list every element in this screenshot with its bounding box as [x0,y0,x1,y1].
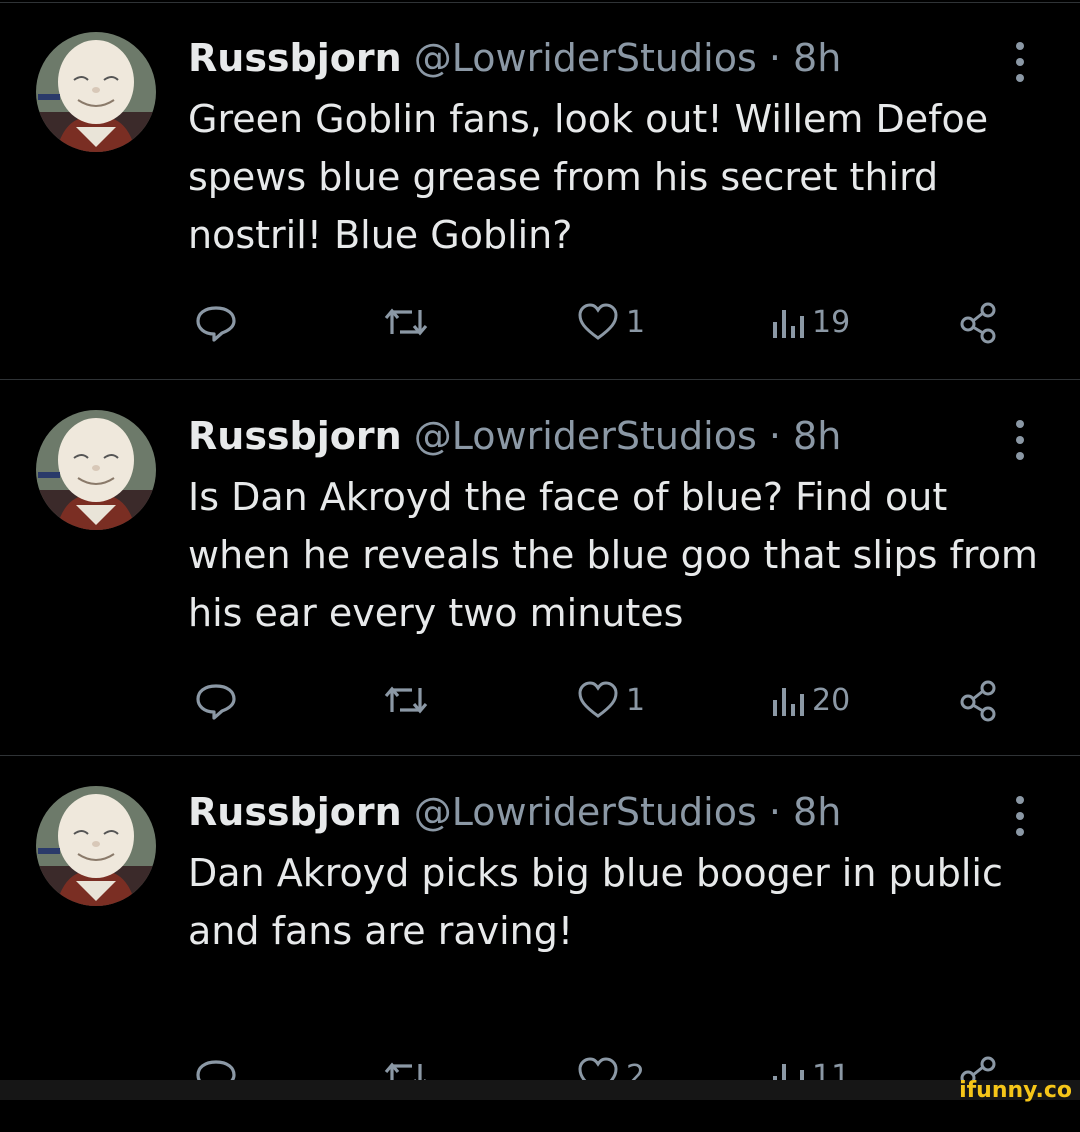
views-bar-chart-icon [770,300,806,344]
user-handle[interactable]: @LowriderStudios [414,414,757,458]
like-count: 1 [626,304,646,340]
user-handle[interactable]: @LowriderStudios [414,36,757,80]
avatar[interactable] [36,410,156,530]
view-count: 20 [812,682,851,718]
timestamp[interactable]: 8h [793,36,841,80]
more-vertical-icon[interactable] [1006,38,1034,86]
tweet-actions: 1 20 [0,670,1080,730]
avatar[interactable] [36,786,156,906]
tweet[interactable]: Russbjorn @LowriderStudios · 8h Green Go… [0,2,1080,378]
display-name[interactable]: Russbjorn [188,414,402,458]
separator-dot: · [768,36,781,80]
tweet-header: Russbjorn @LowriderStudios · 8h [188,786,841,838]
display-name[interactable]: Russbjorn [188,790,402,834]
views-button[interactable]: 19 [770,292,850,352]
views-button[interactable]: 20 [770,670,850,730]
tweet-text: Green Goblin fans, look out! Willem Defo… [188,97,989,257]
share-icon [958,300,998,344]
reply-icon [194,300,238,344]
tweet-header: Russbjorn @LowriderStudios · 8h [188,32,841,84]
timestamp[interactable]: 8h [793,414,841,458]
view-count: 19 [812,304,851,340]
tweet-text: Dan Akroyd picks big blue booger in publ… [188,851,1003,953]
reply-icon [194,678,238,722]
user-handle[interactable]: @LowriderStudios [414,790,757,834]
more-vertical-icon[interactable] [1006,792,1034,840]
like-button[interactable]: 1 [576,292,645,352]
heart-icon [576,678,620,722]
watermark-logo: ifunny.co [959,1078,1072,1103]
reply-button[interactable] [194,670,238,730]
reply-button[interactable] [194,292,238,352]
separator-dot: · [768,790,781,834]
separator-dot: · [768,414,781,458]
tweet-feed: Russbjorn @LowriderStudios · 8h Green Go… [0,0,1080,1098]
watermark-bar [0,1080,1080,1100]
timestamp[interactable]: 8h [793,790,841,834]
tweet[interactable]: Russbjorn @LowriderStudios · 8h Is Dan A… [0,380,1080,756]
like-count: 1 [626,682,646,718]
tweet-actions: 1 19 [0,292,1080,352]
like-button[interactable]: 1 [576,670,645,730]
tweet-header: Russbjorn @LowriderStudios · 8h [188,410,841,462]
retweet-icon [382,300,430,344]
retweet-button[interactable] [382,670,430,730]
tweet[interactable]: Russbjorn @LowriderStudios · 8h Dan Akro… [0,756,1080,1132]
heart-icon [576,300,620,344]
share-button[interactable] [958,670,998,730]
retweet-icon [382,678,430,722]
tweet-text: Is Dan Akroyd the face of blue? Find out… [188,475,1038,635]
more-vertical-icon[interactable] [1006,416,1034,464]
share-button[interactable] [958,292,998,352]
display-name[interactable]: Russbjorn [188,36,402,80]
share-icon [958,678,998,722]
retweet-button[interactable] [382,292,430,352]
avatar[interactable] [36,32,156,152]
views-bar-chart-icon [770,678,806,722]
